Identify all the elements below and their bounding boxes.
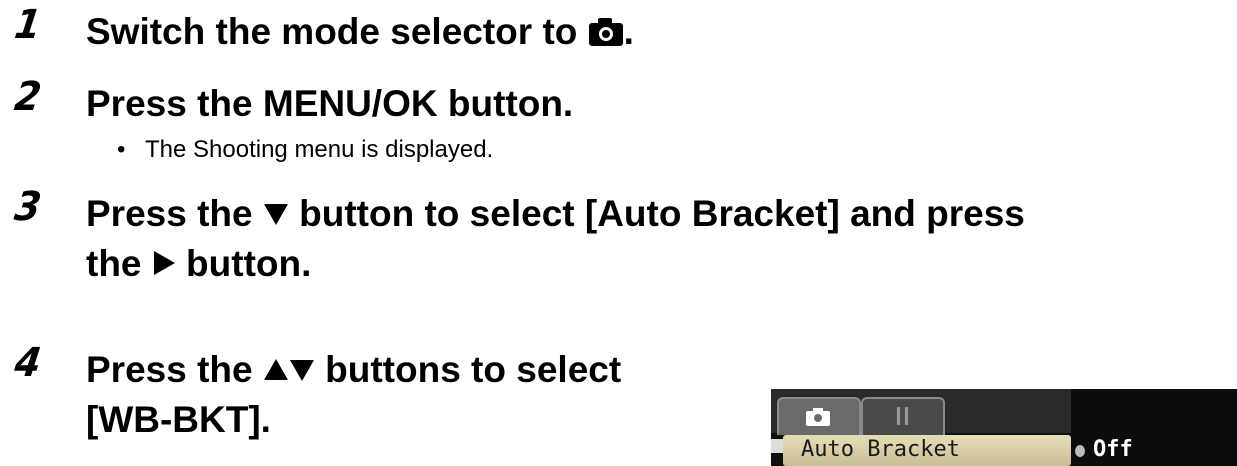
tab-shooting[interactable] [777,397,861,435]
step-number: 3 [11,184,44,230]
selection-cursor-icon [1075,445,1085,457]
step-bullet: • The Shooting menu is displayed. [117,136,494,163]
step-title-line-2: [WB-BKT]. [86,399,271,440]
bullet-dot: • [117,136,126,163]
step-title: Switch the mode selector to . [86,11,634,52]
camera-icon [806,408,830,426]
tab-setup[interactable] [861,397,945,435]
step-number: 2 [11,74,44,120]
step-title-line-1: Press the buttons to select [86,349,622,390]
down-triangle-icon [263,204,288,225]
camera-icon [588,18,623,46]
right-triangle-icon [153,251,175,275]
step-title-line-1: Press the button to select [Auto Bracket… [86,193,1025,234]
step-title: Press the MENU/OK button. [86,83,574,124]
up-down-triangles-icon [263,359,314,381]
step-number: 4 [11,340,44,386]
menu-item-label: Auto Bracket [801,437,960,462]
scroll-marker [771,439,783,453]
wrench-icon [897,407,908,425]
step-number: 1 [11,2,44,48]
step-title-line-2: the button. [86,243,312,284]
camera-lcd-screen: Auto Bracket Off [771,389,1237,466]
menu-item-value: Off [1093,437,1133,462]
